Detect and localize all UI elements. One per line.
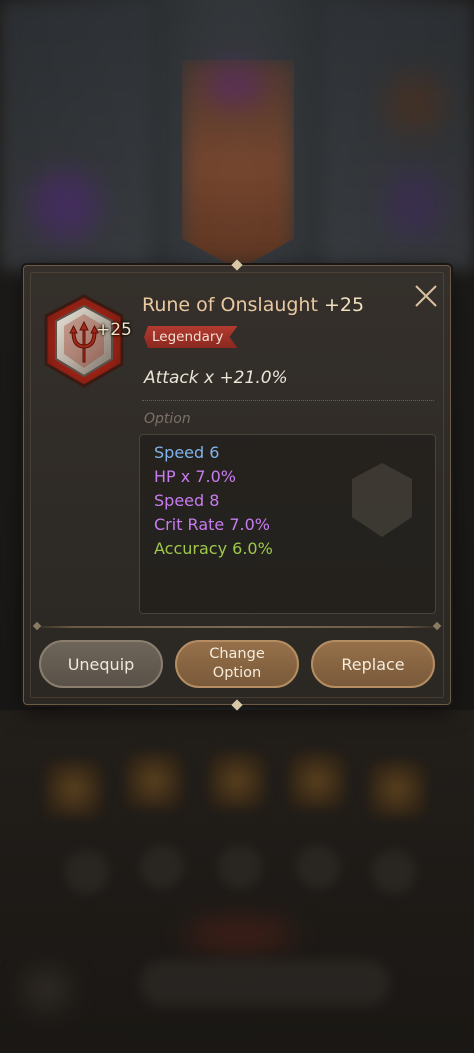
game-screen: +25 Rune of Onslaught +25 Legendary Attac…: [0, 0, 474, 1053]
change-option-button[interactable]: Change Option: [175, 640, 299, 688]
option-label: Option: [144, 411, 191, 427]
option-line: HP x 7.0%: [154, 467, 236, 486]
rune-name: Rune of Onslaught: [142, 294, 318, 316]
background-slot: [372, 850, 416, 894]
background-slot: [208, 752, 266, 810]
ornament-diamond: [432, 621, 442, 631]
divider: [142, 400, 434, 401]
background-bar: [140, 960, 390, 1006]
option-line: Speed 8: [154, 491, 220, 510]
rarity-badge: Legendary: [144, 326, 237, 348]
close-icon: [415, 285, 437, 307]
divider: [32, 626, 442, 628]
replace-label: Replace: [341, 654, 405, 674]
option-line: Crit Rate 7.0%: [154, 515, 270, 534]
background-slot: [140, 845, 184, 889]
rune-level-badge: +25: [96, 320, 132, 340]
background-glow: [385, 170, 445, 240]
background-slot: [65, 850, 109, 894]
trident-watermark-icon: [352, 463, 412, 537]
background-slot: [368, 760, 426, 818]
background-glow: [205, 65, 265, 105]
close-button[interactable]: [412, 282, 440, 310]
ornament-diamond: [231, 699, 243, 711]
background-slot: [296, 845, 340, 889]
background-glow: [25, 970, 69, 1010]
main-stat: Attack x +21.0%: [144, 368, 288, 388]
trident-rune-icon: [44, 294, 124, 388]
replace-button[interactable]: Replace: [311, 640, 435, 688]
option-line: Speed 6: [154, 443, 220, 462]
option-line: Accuracy 6.0%: [154, 539, 273, 558]
rune-icon: +25: [36, 290, 132, 394]
ornament-diamond: [32, 621, 42, 631]
background-slot: [125, 752, 183, 810]
unequip-button[interactable]: Unequip: [39, 640, 163, 688]
change-option-label: Change: [209, 646, 265, 662]
rune-title: Rune of Onslaught +25: [142, 294, 364, 316]
rune-enhance-level: +25: [323, 294, 365, 316]
background-glow: [385, 75, 445, 135]
options-list: Speed 6 HP x 7.0% Speed 8 Crit Rate 7.0%…: [139, 434, 436, 614]
background-slot: [45, 760, 103, 818]
background-slot: [218, 845, 262, 889]
rune-detail-dialog: +25 Rune of Onslaught +25 Legendary Attac…: [23, 259, 451, 711]
background-glow: [30, 170, 100, 240]
background-glow: [185, 920, 295, 950]
change-option-label: Option: [212, 665, 262, 681]
unequip-label: Unequip: [67, 654, 135, 674]
background-slot: [288, 752, 346, 810]
